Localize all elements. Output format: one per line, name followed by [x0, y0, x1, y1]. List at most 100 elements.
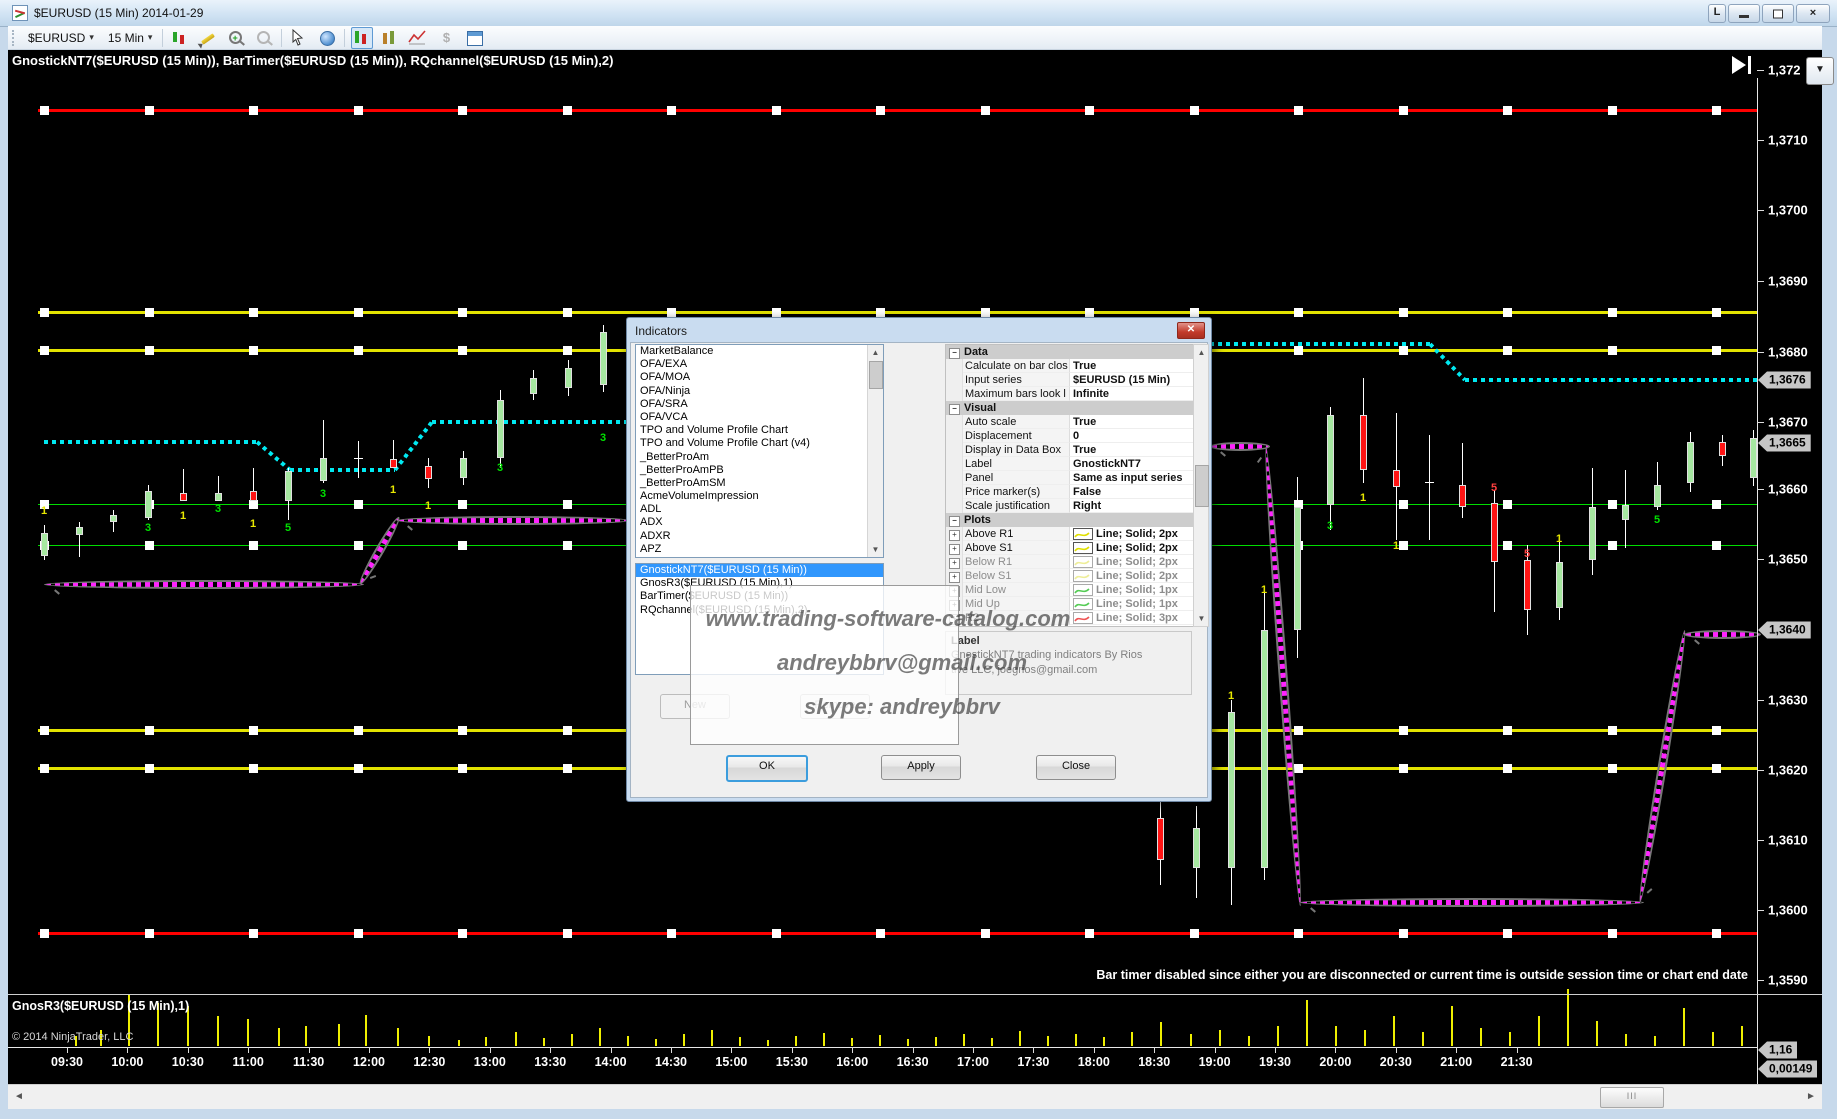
available-indicator-item[interactable]: AcmeVolumeImpression: [636, 490, 883, 503]
available-list-scrollbar[interactable]: ▲ ▼: [867, 345, 883, 557]
property-grid-scrollbar[interactable]: ▲ ▼: [1193, 344, 1209, 627]
property-row[interactable]: +Below S1Line; Solid; 2px: [946, 569, 1193, 583]
property-value[interactable]: Line; Solid; 2px: [1070, 527, 1193, 541]
available-indicator-item[interactable]: ADX: [636, 516, 883, 529]
scroll-down-icon[interactable]: ▼: [868, 542, 883, 557]
expand-icon[interactable]: +: [949, 558, 960, 569]
expand-icon[interactable]: +: [949, 572, 960, 583]
property-value[interactable]: Line; Solid; 1px: [1070, 597, 1193, 611]
scroll-up-icon[interactable]: ▲: [868, 345, 883, 360]
close-button[interactable]: ×: [1796, 4, 1830, 23]
property-row[interactable]: +Above S1Line; Solid; 2px: [946, 541, 1193, 555]
property-category-row[interactable]: −Plots: [946, 513, 1193, 527]
property-value[interactable]: True: [1070, 359, 1193, 373]
property-row[interactable]: +Above R1Line; Solid; 2px: [946, 527, 1193, 541]
chart-type-bars-icon[interactable]: [379, 27, 401, 49]
property-row[interactable]: Scale justificationRight: [946, 499, 1193, 513]
property-value-text: Line; Solid; 2px: [1096, 527, 1178, 541]
dollar-tool-icon[interactable]: $: [435, 27, 457, 49]
chart-type-line-icon[interactable]: [407, 27, 429, 49]
property-name: Display in Data Box: [963, 443, 1070, 457]
property-row[interactable]: Calculate on bar closTrue: [946, 359, 1193, 373]
property-row[interactable]: Displacement0: [946, 429, 1193, 443]
available-indicator-item[interactable]: OFA/MOA: [636, 371, 883, 384]
data-box-lens-icon[interactable]: [316, 27, 338, 49]
available-indicator-item[interactable]: _BetterProAmPB: [636, 464, 883, 477]
property-row[interactable]: LabelGnostickNT7: [946, 457, 1193, 471]
property-category-row[interactable]: −Data: [946, 345, 1193, 359]
available-indicator-item[interactable]: OFA/SRA: [636, 398, 883, 411]
property-row[interactable]: PanelSame as input series: [946, 471, 1193, 485]
expand-icon[interactable]: +: [949, 544, 960, 555]
chart-style-candle-icon[interactable]: [169, 27, 191, 49]
dialog-close-button[interactable]: ✕: [1177, 322, 1205, 339]
property-row[interactable]: Price marker(s)False: [946, 485, 1193, 499]
copyright-label: © 2014 NinjaTrader, LLC: [12, 1031, 133, 1043]
property-value[interactable]: Line; Solid; 3px: [1070, 611, 1193, 625]
property-row[interactable]: Maximum bars look lInfinite: [946, 387, 1193, 401]
apply-button[interactable]: Apply: [881, 755, 961, 780]
available-indicator-item[interactable]: OFA/Ninja: [636, 385, 883, 398]
property-row[interactable]: +Below R1Line; Solid; 2px: [946, 555, 1193, 569]
interval-dropdown[interactable]: 15 Min ▾: [104, 29, 157, 47]
drawing-pencil-icon[interactable]: [197, 27, 219, 49]
property-value[interactable]: Same as input series: [1070, 471, 1193, 485]
zoom-out-icon[interactable]: [253, 27, 275, 49]
available-indicators-list[interactable]: ▲ ▼ MarketBalanceOFA/EXAOFA/MOAOFA/Ninja…: [635, 344, 884, 558]
property-value[interactable]: Right: [1070, 499, 1193, 513]
available-indicator-item[interactable]: TPO and Volume Profile Chart (v4): [636, 437, 883, 450]
property-value[interactable]: Line; Solid; 1px: [1070, 583, 1193, 597]
chart-type-selected-icon[interactable]: [351, 27, 373, 49]
scrollbar-thumb[interactable]: [869, 361, 883, 389]
scroll-right-icon[interactable]: ►: [1802, 1088, 1820, 1106]
horizontal-scrollbar[interactable]: ◄ III ►: [8, 1084, 1822, 1109]
property-value[interactable]: False: [1070, 485, 1193, 499]
property-value[interactable]: $EURUSD (15 Min): [1070, 373, 1193, 387]
property-row[interactable]: Input series$EURUSD (15 Min): [946, 373, 1193, 387]
grid-panel-icon[interactable]: [463, 27, 485, 49]
minimize-button[interactable]: [1728, 4, 1760, 23]
scrollbar-thumb[interactable]: [1195, 465, 1209, 507]
property-value[interactable]: Infinite: [1070, 387, 1193, 401]
zoom-in-icon[interactable]: +: [225, 27, 247, 49]
available-indicator-item[interactable]: OFA/VCA: [636, 411, 883, 424]
property-value-text: Line; Solid; 2px: [1096, 541, 1178, 555]
property-value[interactable]: GnostickNT7: [1070, 457, 1193, 471]
close-dialog-button[interactable]: Close: [1036, 755, 1116, 780]
scroll-down-icon[interactable]: ▼: [1194, 611, 1209, 626]
collapse-icon[interactable]: −: [949, 516, 960, 527]
collapse-icon[interactable]: −: [949, 404, 960, 415]
ok-button[interactable]: OK: [726, 755, 808, 782]
selected-indicator-item[interactable]: GnostickNT7($EURUSD (15 Min)): [636, 564, 883, 577]
instrument-dropdown[interactable]: $EURUSD ▾: [24, 29, 98, 47]
property-row[interactable]: Display in Data BoxTrue: [946, 443, 1193, 457]
link-button[interactable]: L: [1708, 4, 1726, 23]
collapse-icon[interactable]: −: [949, 348, 960, 359]
scrollbar-thumb[interactable]: III: [1600, 1087, 1664, 1108]
property-value[interactable]: Line; Solid; 2px: [1070, 555, 1193, 569]
scroll-up-icon[interactable]: ▲: [1194, 345, 1209, 360]
toolbar-grip[interactable]: [12, 30, 18, 46]
available-indicator-item[interactable]: _BetterProAm: [636, 451, 883, 464]
property-category-row[interactable]: −Visual: [946, 401, 1193, 415]
property-row[interactable]: +Mid LowLine; Solid; 1px: [946, 583, 1193, 597]
property-value[interactable]: True: [1070, 415, 1193, 429]
available-indicator-item[interactable]: ADXR: [636, 530, 883, 543]
property-value[interactable]: True: [1070, 443, 1193, 457]
scroll-left-icon[interactable]: ◄: [10, 1088, 28, 1106]
available-indicator-item[interactable]: APZ: [636, 543, 883, 556]
price-axis-dropdown-button[interactable]: ▼: [1806, 57, 1834, 85]
property-grid[interactable]: −DataCalculate on bar closTrueInput seri…: [945, 344, 1194, 627]
available-indicator-item[interactable]: TPO and Volume Profile Chart: [636, 424, 883, 437]
available-indicator-item[interactable]: _BetterProAmSM: [636, 477, 883, 490]
property-value[interactable]: Line; Solid; 2px: [1070, 541, 1193, 555]
property-value[interactable]: 0: [1070, 429, 1193, 443]
available-indicator-item[interactable]: OFA/EXA: [636, 358, 883, 371]
available-indicator-item[interactable]: MarketBalance: [636, 345, 883, 358]
cursor-tool-icon[interactable]: [288, 27, 310, 49]
property-row[interactable]: Auto scaleTrue: [946, 415, 1193, 429]
expand-icon[interactable]: +: [949, 530, 960, 541]
available-indicator-item[interactable]: ADL: [636, 503, 883, 516]
restore-button[interactable]: [1762, 4, 1794, 23]
property-value[interactable]: Line; Solid; 2px: [1070, 569, 1193, 583]
